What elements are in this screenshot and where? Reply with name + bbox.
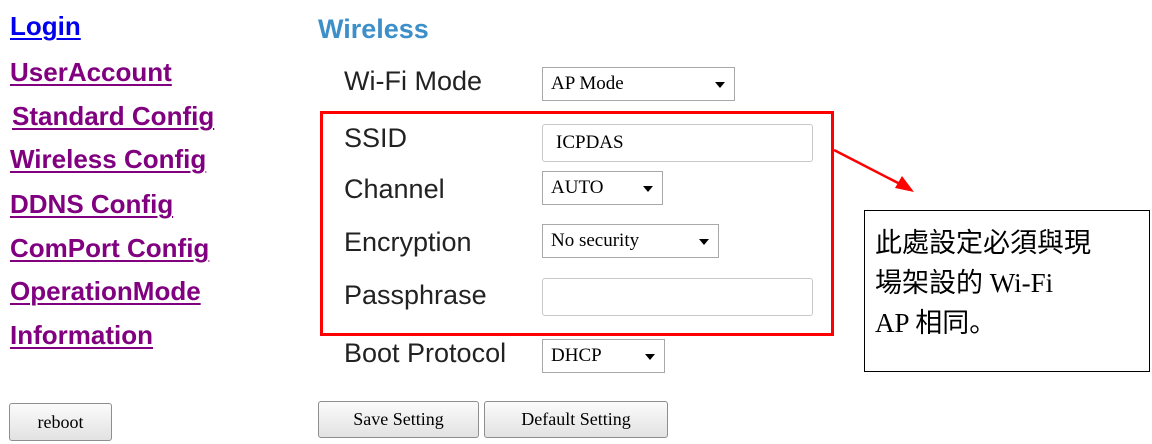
annotation-line-3: AP 相同。 [875, 308, 997, 338]
annotation-line-1: 此處設定必須與現 [875, 228, 1091, 258]
annotation-callout: 此處設定必須與現 場架設的 Wi-Fi AP 相同。 [864, 210, 1150, 372]
annotation-line-2: 場架設的 Wi-Fi [875, 268, 1054, 298]
